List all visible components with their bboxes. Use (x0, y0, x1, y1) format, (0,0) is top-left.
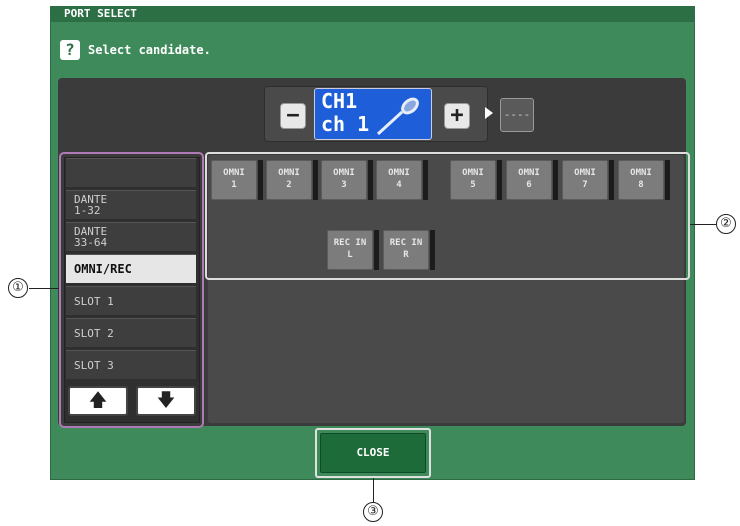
hint-text: Select candidate. (88, 43, 211, 57)
help-icon[interactable]: ? (60, 40, 80, 60)
callout-3-line (373, 478, 374, 502)
port-indicator (665, 160, 670, 200)
list-item-dante-33-64[interactable]: DANTE 33-64 (66, 222, 196, 251)
callout-1: ① (8, 278, 28, 298)
port-indicator (553, 160, 558, 200)
port-indicator (609, 160, 614, 200)
list-item-slot-2[interactable]: SLOT 2 (66, 318, 196, 347)
channel-name: ch 1 (321, 112, 370, 136)
port-button-rec-in-l[interactable]: REC IN L (327, 230, 373, 270)
port-button-omni-4[interactable]: OMNI 4 (376, 160, 422, 200)
callout-1-line (29, 288, 59, 289)
port-button-omni-1[interactable]: OMNI 1 (211, 160, 257, 200)
callout-2-line (690, 224, 716, 225)
port-button-omni-2[interactable]: OMNI 2 (266, 160, 312, 200)
port-button-omni-3[interactable]: OMNI 3 (321, 160, 367, 200)
patch-button[interactable]: ---- (500, 98, 534, 132)
list-item-slot-3[interactable]: SLOT 3 (66, 350, 196, 379)
arrow-right-icon (485, 107, 493, 119)
channel-number: CH1 (321, 89, 358, 113)
close-button[interactable]: CLOSE (320, 433, 426, 473)
list-item-dante-1-32[interactable]: DANTE 1-32 (66, 190, 196, 219)
port-indicator (497, 160, 502, 200)
port-button-omni-5[interactable]: OMNI 5 (450, 160, 496, 200)
callout-2: ② (716, 214, 736, 234)
callout-3: ③ (363, 502, 383, 522)
list-item-omni-rec[interactable]: OMNI/REC (66, 254, 196, 283)
port-indicator (423, 160, 428, 200)
scroll-up-button[interactable]: 🡅 (68, 386, 128, 416)
microphone-icon (376, 97, 419, 136)
list-item-blank[interactable] (66, 158, 196, 187)
port-indicator (430, 230, 435, 270)
port-button-omni-8[interactable]: OMNI 8 (618, 160, 664, 200)
port-button-rec-in-r[interactable]: REC IN R (383, 230, 429, 270)
next-channel-button[interactable]: + (444, 103, 470, 129)
port-indicator (368, 160, 373, 200)
scroll-down-button[interactable]: 🡇 (136, 386, 196, 416)
port-indicator (374, 230, 379, 270)
port-indicator (313, 160, 318, 200)
port-indicator (258, 160, 263, 200)
port-button-omni-6[interactable]: OMNI 6 (506, 160, 552, 200)
port-button-omni-7[interactable]: OMNI 7 (562, 160, 608, 200)
list-item-slot-1[interactable]: SLOT 1 (66, 286, 196, 315)
previous-channel-button[interactable]: − (280, 103, 306, 129)
dialog-title: PORT SELECT (50, 6, 695, 22)
